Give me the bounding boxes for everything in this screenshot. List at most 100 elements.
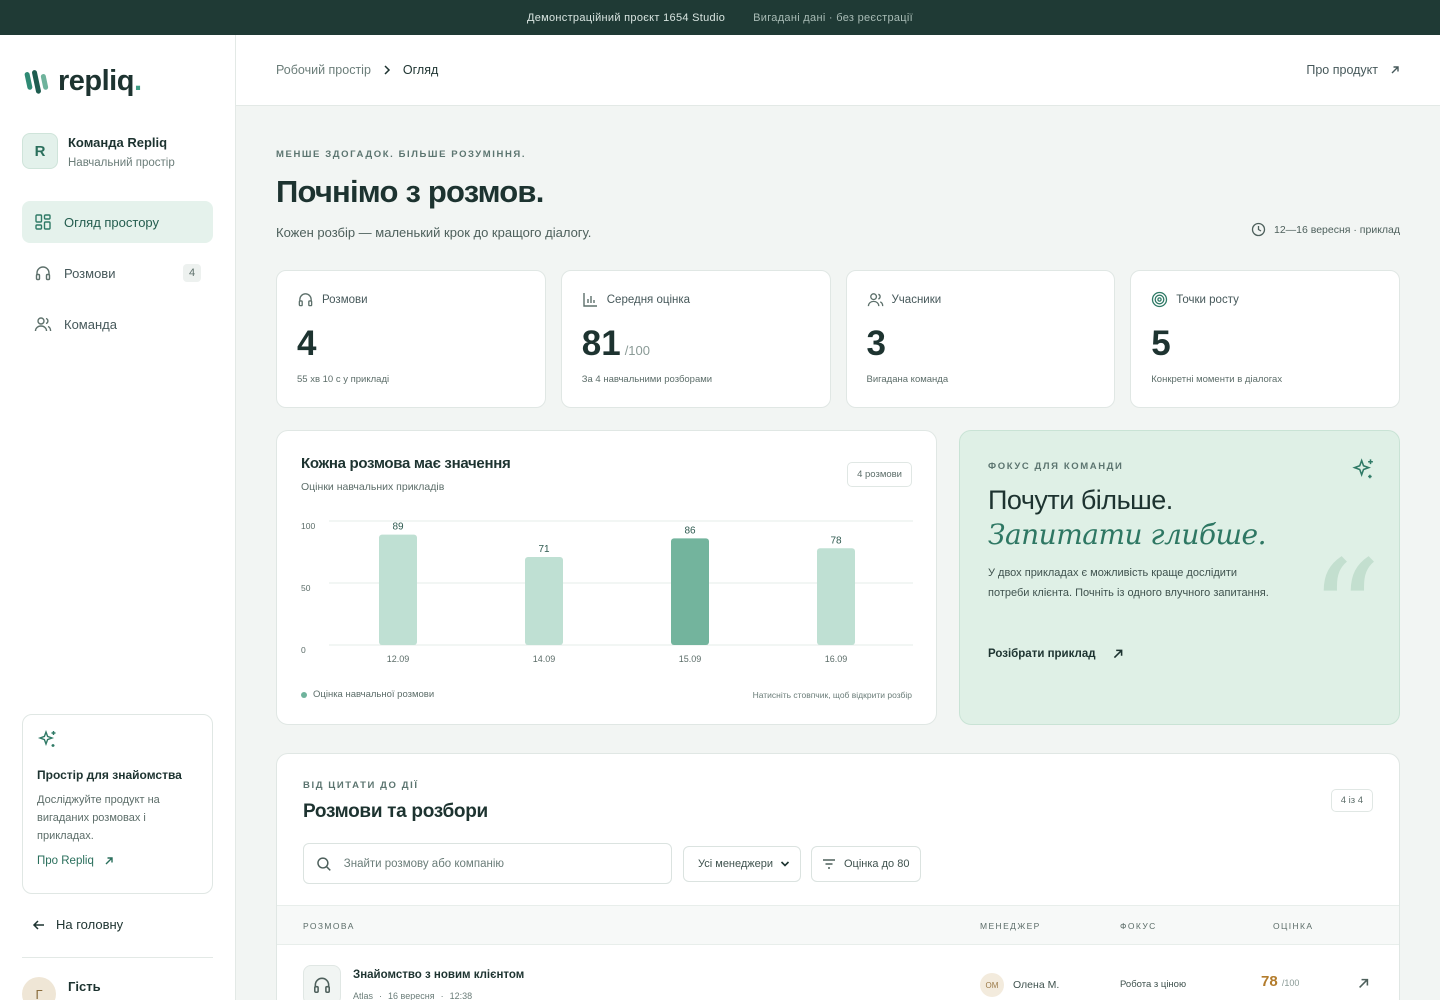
team-focus-card: ФОКУС ДЛЯ КОМАНДИ Почути більше. Запитат…: [959, 430, 1400, 725]
column-header: РОЗМОВА: [303, 921, 355, 931]
conversations-count-badge: 4: [183, 264, 201, 282]
dashboard-icon: [35, 214, 51, 230]
stat-card-conversations: Розмови 4 55 хв 10 с у прикладі: [276, 270, 546, 408]
sidebar: repliq. R Команда Repliq Навчальний прос…: [0, 35, 236, 1000]
bar-15.09[interactable]: [671, 538, 709, 645]
list-eyebrow: ВІД ЦИТАТИ ДО ДІЇ: [303, 780, 419, 791]
stat-value: 4: [297, 324, 317, 363]
sidebar-item-conversations[interactable]: Розмови 4: [22, 252, 213, 294]
stat-label: Середня оцінка: [606, 293, 691, 306]
x-tick-label: 15.09: [679, 654, 702, 664]
sidebar-item-label: Огляд простору: [64, 214, 160, 230]
avatar: ОМ: [980, 973, 1004, 997]
arrow-up-right-icon: [105, 857, 113, 865]
column-header: ОЦІНКА: [1273, 921, 1314, 931]
bar-14.09[interactable]: [525, 556, 563, 645]
chart-subtitle: Оцінки навчальних прикладів: [301, 481, 445, 493]
banner-project: Демонстраційний проєкт 1654 Studio: [526, 11, 726, 24]
chevron-down-icon: [780, 861, 790, 867]
stat-card-growth-points: Точки росту 5 Конкретні моменти в діалог…: [1130, 270, 1400, 408]
bar-chart-icon: [583, 293, 597, 307]
quote-mark-icon: “: [1309, 531, 1381, 694]
open-conversation-icon[interactable]: [1357, 977, 1370, 990]
users-icon: [867, 293, 883, 307]
stat-label: Розмови: [322, 293, 368, 306]
manager-select-value: Усі менеджери: [698, 858, 774, 870]
stat-value: 3: [866, 324, 886, 363]
manager-name: Олена М.: [1013, 979, 1060, 991]
stat-card-participants: Учасники 3 Вигадана команда: [845, 270, 1116, 408]
sidebar-item-team[interactable]: Команда: [22, 303, 213, 345]
promo-title: Простір для знайомства: [37, 768, 182, 782]
bar-12.09[interactable]: [379, 534, 417, 645]
sidebar-divider: [22, 957, 213, 958]
breadcrumb: Робочий простір Огляд: [276, 63, 438, 77]
table-header: РОЗМОВА МЕНЕДЖЕР ФОКУС ОЦІНКА: [277, 905, 1399, 945]
bar-value-label: 71: [538, 544, 550, 555]
scores-chart-card: Кожна розмова має значення Оцінки навчал…: [276, 430, 937, 725]
stat-note: Конкретні моменти в діалогах: [1151, 374, 1283, 385]
bar-value-label: 78: [830, 535, 842, 546]
bar-value-label: 86: [684, 525, 696, 536]
stat-label: Учасники: [891, 293, 942, 306]
scores-bar-chart: 100 50 0 89 12.09 71 14.09 86 15.09 78 16.09: [301, 520, 913, 664]
x-tick-label: 14.09: [533, 654, 556, 664]
focus-title: Почути більше.: [988, 485, 1173, 515]
users-icon: [34, 317, 52, 332]
headphones-icon: [298, 293, 313, 307]
team-name: Команда Repliq: [68, 135, 168, 150]
chart-title: Кожна розмова має значення: [301, 455, 511, 472]
about-repliq-link[interactable]: Про Repliq: [37, 855, 198, 867]
headphones-icon: [35, 266, 51, 281]
conversation-title: Знайомство з новим клієнтом: [353, 969, 525, 981]
date-range: 12—16 вересня · приклад: [1251, 222, 1400, 237]
table-row[interactable]: Знайомство з новим клієнтом Atlas · 16 ве…: [277, 945, 1399, 1000]
x-tick-label: 12.09: [387, 654, 410, 664]
sidebar-item-overview[interactable]: Огляд простору: [22, 201, 213, 243]
sparkles-icon: [37, 729, 56, 747]
team-switcher[interactable]: R Команда Repliq Навчальний простір: [22, 133, 175, 169]
score-filter-button[interactable]: Оцінка до 80: [811, 846, 921, 882]
stat-label: Точки росту: [1176, 293, 1239, 306]
search-box: [303, 843, 672, 884]
bar-value-label: 89: [392, 522, 404, 533]
team-avatar: R: [22, 133, 58, 169]
manager-select[interactable]: Усі менеджери: [683, 846, 801, 882]
user-profile[interactable]: Г Гість: [22, 977, 101, 1000]
y-tick-label: 0: [301, 645, 306, 655]
stat-value: 5: [1151, 324, 1171, 363]
sidebar-item-label: Команда: [64, 316, 117, 332]
back-home-link[interactable]: На головну: [32, 917, 123, 932]
x-tick-label: 16.09: [825, 654, 848, 664]
search-icon: [317, 856, 331, 871]
avatar: Г: [22, 977, 56, 1000]
breadcrumb-root[interactable]: Робочий простір: [276, 63, 371, 77]
clock-icon: [1251, 222, 1266, 237]
bar-16.09[interactable]: [817, 548, 855, 645]
y-tick-label: 100: [301, 521, 315, 531]
stat-note: Вигадана команда: [866, 374, 949, 385]
demo-banner: Демонстраційний проєкт 1654 Studio Вигад…: [0, 0, 1440, 35]
review-example-link[interactable]: Розібрати приклад: [988, 648, 1124, 660]
filter-icon: [823, 859, 835, 869]
hero-eyebrow: МЕНШЕ ЗДОГАДОК. БІЛЬШЕ РОЗУМІННЯ.: [276, 149, 527, 160]
user-name: Гість: [68, 979, 101, 994]
stats-row: Розмови 4 55 хв 10 с у прикладі Середня …: [276, 270, 1400, 408]
arrow-up-right-icon: [1391, 66, 1399, 74]
focus-cell: Робота з ціною: [1120, 979, 1187, 990]
list-title: Розмови та розбори: [303, 801, 488, 822]
conversations-card: ВІД ЦИТАТИ ДО ДІЇ Розмови та розбори 4 і…: [276, 753, 1400, 1000]
search-input[interactable]: [343, 857, 659, 870]
logo-text: repliq.: [58, 65, 142, 97]
sidebar-nav: Огляд простору Розмови 4 Команда: [22, 201, 213, 354]
stat-value: 81/100: [581, 324, 650, 363]
legend-label: Оцінка навчальної розмови: [313, 689, 435, 700]
about-product-link[interactable]: Про продукт: [1306, 63, 1400, 77]
team-subtitle: Навчальний простір: [68, 157, 175, 169]
column-header: МЕНЕДЖЕР: [980, 921, 1041, 931]
logo-mark-icon: [24, 69, 49, 94]
chart-legend: Оцінка навчальної розмови: [301, 689, 434, 700]
logo[interactable]: repliq.: [24, 65, 142, 98]
score-cell: 78 /100: [1261, 973, 1300, 990]
chart-hint: Натисніть стовпчик, щоб відкрити розбір: [752, 690, 912, 700]
